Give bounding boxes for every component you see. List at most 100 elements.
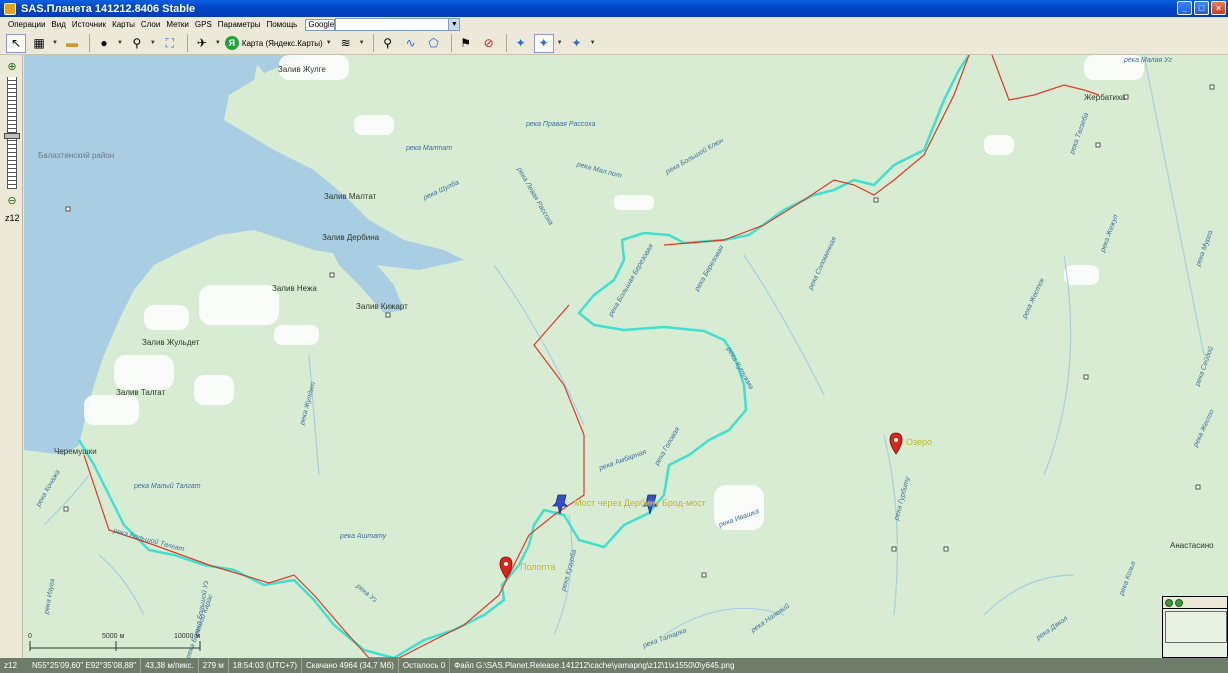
close-button[interactable]: × bbox=[1211, 1, 1226, 15]
reservoir bbox=[24, 55, 464, 455]
marker-label-ozero[interactable]: Озеро bbox=[906, 437, 932, 447]
app-icon bbox=[4, 2, 16, 15]
planned-route-east bbox=[991, 55, 1100, 101]
chevron-down-icon[interactable]: ▼ bbox=[215, 40, 221, 46]
ruler-button[interactable]: ▬ bbox=[62, 34, 82, 53]
gps-center-button[interactable]: ✦ bbox=[567, 34, 587, 53]
river-label: река Малтат bbox=[406, 145, 453, 152]
menu-marks[interactable]: Метки bbox=[166, 20, 189, 29]
water-label: Залив Жульдет bbox=[142, 338, 200, 347]
settlement-label: Жербатиха bbox=[1084, 93, 1126, 102]
gps-connect-button[interactable]: ✦ bbox=[511, 34, 531, 53]
map-type-icon: Я bbox=[224, 36, 239, 50]
select-area-icon: ▦ bbox=[33, 36, 45, 50]
river-label: река Малый Талгат bbox=[134, 483, 201, 490]
fullscreen-icon: ⛶ bbox=[165, 35, 175, 50]
ruler-icon: ▬ bbox=[65, 36, 78, 50]
menu-maps[interactable]: Карты bbox=[112, 20, 135, 29]
status-file: Файл G:\SAS.Planet.Release.141212\cache\… bbox=[454, 661, 735, 670]
zoom-out-icon[interactable]: ⊖ bbox=[6, 195, 18, 207]
status-altitude: 279 м bbox=[199, 658, 229, 673]
river-label: река Аштату bbox=[340, 533, 387, 540]
magnifier-icon: ⚲ bbox=[132, 36, 142, 50]
map-type-button[interactable]: Я Карта (Яндекс.Карты) bbox=[224, 36, 323, 50]
marker-label-bridge[interactable]: Мост через Дербину bbox=[574, 498, 660, 508]
chevron-down-icon[interactable]: ▼ bbox=[52, 40, 58, 46]
minimap-viewport[interactable] bbox=[1165, 611, 1227, 643]
minimap[interactable] bbox=[1162, 596, 1228, 658]
cursor-tool-button[interactable]: ↖ bbox=[6, 33, 26, 53]
status-resolution: 43,38 м/пикс. bbox=[141, 658, 199, 673]
search-source-select[interactable]: Google bbox=[305, 18, 336, 31]
gps-track-button[interactable]: ✦ bbox=[533, 33, 554, 53]
scale-label: 10000 м bbox=[174, 633, 201, 640]
app-window: SAS.Планета 141212.8406 Stable _ □ × Опе… bbox=[0, 0, 1228, 673]
map-canvas bbox=[24, 55, 1215, 658]
layers-icon: ≋ bbox=[340, 36, 351, 50]
map-type-label: Карта (Яндекс.Карты) bbox=[241, 38, 323, 48]
toolbar-divider bbox=[186, 34, 188, 52]
toolbar-divider bbox=[505, 34, 507, 52]
status-coords: N55°25'09,60" E92°35'08,88" bbox=[28, 658, 142, 673]
polygon-icon: ⬠ bbox=[428, 36, 439, 50]
menu-bar: Операции Вид Источник Карты Слои Метки G… bbox=[0, 17, 1228, 32]
water-label: Залив Дербина bbox=[322, 233, 380, 242]
minimize-button[interactable]: _ bbox=[1177, 1, 1192, 15]
zoom-in-icon[interactable]: ⊕ bbox=[6, 61, 18, 73]
water-label: Залив Нежа bbox=[272, 284, 317, 293]
zoom-button[interactable]: ⚲ bbox=[127, 34, 147, 53]
chevron-down-icon[interactable]: ▼ bbox=[557, 40, 563, 46]
chevron-down-icon[interactable]: ▼ bbox=[359, 40, 365, 46]
water-label: Залив Жулге bbox=[278, 65, 326, 74]
gps-track-icon: ✦ bbox=[538, 36, 549, 50]
marker-label-polopta[interactable]: Полопта bbox=[520, 562, 556, 572]
window-title: SAS.Планета 141212.8406 Stable bbox=[21, 2, 196, 15]
layers-button[interactable]: ≋ bbox=[336, 34, 356, 53]
select-area-button[interactable]: ▦ bbox=[29, 34, 49, 53]
globe-icon: ● bbox=[100, 36, 108, 50]
menu-gps[interactable]: GPS bbox=[195, 20, 212, 29]
title-bar: SAS.Планета 141212.8406 Stable _ □ × bbox=[0, 0, 1228, 17]
zoom-thumb[interactable] bbox=[4, 133, 20, 139]
marker-ozero bbox=[889, 432, 903, 455]
add-placemark-button[interactable]: ⚲ bbox=[378, 34, 398, 53]
gps-icon: ✦ bbox=[515, 36, 526, 50]
add-polygon-button[interactable]: ⬠ bbox=[424, 34, 444, 53]
zoom-level: z12 bbox=[5, 213, 20, 223]
chevron-down-icon[interactable]: ▼ bbox=[326, 40, 332, 46]
marker-bridge bbox=[552, 494, 568, 515]
menu-help[interactable]: Помощь bbox=[266, 20, 297, 29]
chevron-down-icon[interactable]: ▼ bbox=[150, 40, 156, 46]
map-view[interactable]: Залив Жулге Залив Малтат Залив Дербина З… bbox=[24, 55, 1228, 658]
minimap-zoom-out-icon[interactable] bbox=[1175, 598, 1183, 607]
chevron-down-icon[interactable]: ▼ bbox=[590, 40, 596, 46]
fullscreen-button[interactable]: ⛶ bbox=[160, 34, 180, 53]
maximize-button[interactable]: □ bbox=[1194, 1, 1209, 15]
water-label: Залив Талгат bbox=[116, 388, 166, 397]
marks-visibility-button[interactable]: ⚑ bbox=[456, 34, 476, 53]
globe-button[interactable]: ● bbox=[94, 34, 114, 53]
minimap-zoom-in-icon[interactable] bbox=[1165, 598, 1173, 607]
settlement-label: Черемушки bbox=[54, 447, 97, 456]
menu-operations[interactable]: Операции bbox=[8, 20, 45, 29]
status-zoom-level: z12 bbox=[0, 658, 24, 673]
settlement-label: Анастасино bbox=[1170, 541, 1214, 550]
marker-label-ford[interactable]: Брод-мост bbox=[662, 498, 706, 508]
water-label: Залив Кижарт bbox=[356, 302, 408, 311]
gps-center-icon: ✦ bbox=[571, 36, 582, 50]
search-input[interactable]: ▼ bbox=[335, 18, 461, 31]
menu-source[interactable]: Источник bbox=[72, 20, 106, 29]
menu-view[interactable]: Вид bbox=[51, 20, 65, 29]
chevron-down-icon[interactable]: ▼ bbox=[117, 40, 123, 46]
menu-layers[interactable]: Слои bbox=[141, 20, 160, 29]
window-controls: _ □ × bbox=[1177, 1, 1226, 15]
satellite-button[interactable]: ✈ bbox=[192, 34, 212, 53]
status-time: 18:54:03 (UTC+7) bbox=[229, 658, 303, 673]
no-entry-icon: ⊘ bbox=[483, 36, 494, 50]
toolbar-divider bbox=[372, 34, 374, 52]
add-path-button[interactable]: ∿ bbox=[401, 34, 421, 53]
status-remaining: Осталось 0 bbox=[399, 658, 451, 673]
delete-marks-button[interactable]: ⊘ bbox=[479, 34, 499, 53]
menu-parameters[interactable]: Параметры bbox=[218, 20, 261, 29]
chevron-down-icon[interactable]: ▼ bbox=[448, 19, 460, 30]
